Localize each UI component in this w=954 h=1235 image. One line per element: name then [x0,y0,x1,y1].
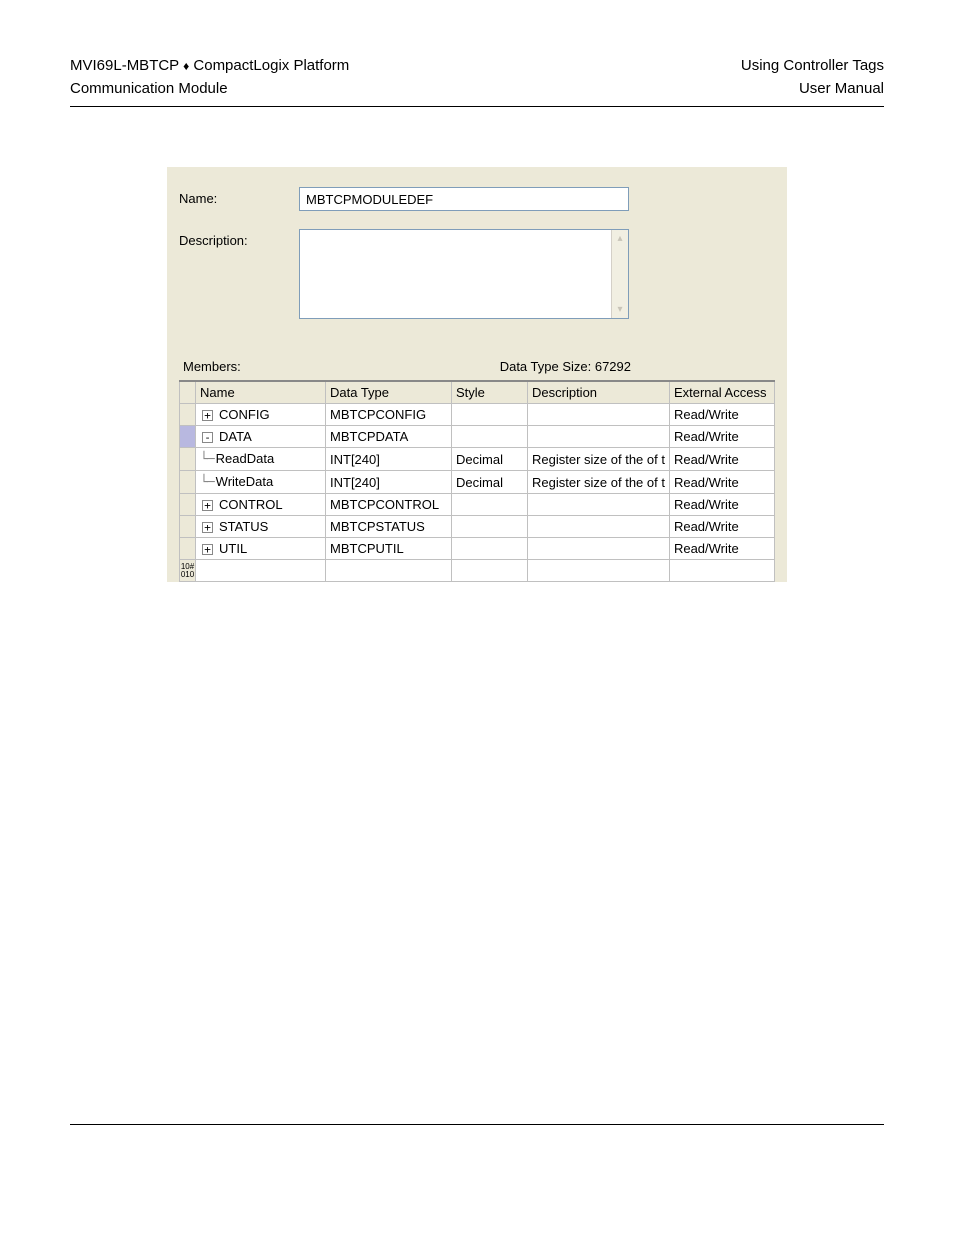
cell-style[interactable]: Decimal [452,471,528,494]
row-stub[interactable] [180,516,196,538]
cell-external-access[interactable]: Read/Write [669,404,774,426]
cell-name[interactable]: + CONTROL [196,494,326,516]
tree-branch-icon: └─ [200,452,214,467]
cell-data-type[interactable]: MBTCPCONFIG [326,404,452,426]
empty-cell[interactable] [669,560,774,582]
table-row[interactable]: └─ReadDataINT[240]DecimalRegister size o… [180,448,775,471]
member-name: WriteData [216,474,274,489]
member-name: CONFIG [219,407,270,422]
cell-description[interactable] [528,516,670,538]
members-label: Members: [183,359,241,374]
cell-description[interactable] [528,404,670,426]
cell-data-type[interactable]: MBTCPDATA [326,426,452,448]
table-row[interactable]: + CONFIG MBTCPCONFIG Read/Write [180,404,775,426]
dialog-panel: Name: Description: ▴ ▾ Members: Data Typ… [167,167,787,582]
member-name: DATA [219,429,252,444]
name-label: Name: [179,187,299,206]
cell-data-type[interactable]: MBTCPSTATUS [326,516,452,538]
col-header-description[interactable]: Description [528,381,670,404]
row-stub[interactable] [180,494,196,516]
cell-style[interactable] [452,404,528,426]
cell-external-access[interactable]: Read/Write [669,516,774,538]
member-name: STATUS [219,519,268,534]
cell-name[interactable]: -DATA [196,426,326,448]
expand-icon[interactable]: + [202,522,213,533]
cell-external-access[interactable]: Read/Write [669,538,774,560]
tree-branch-icon: └─ [200,475,214,490]
cell-name[interactable]: + STATUS [196,516,326,538]
diamond-icon: ♦ [183,59,189,73]
cell-name[interactable]: + UTIL [196,538,326,560]
cell-style[interactable]: Decimal [452,448,528,471]
member-name: CONTROL [219,497,283,512]
expand-icon[interactable]: + [202,410,213,421]
cell-description[interactable] [528,494,670,516]
collapse-icon[interactable]: - [202,432,213,443]
table-row-empty[interactable]: 10#010 [180,560,775,582]
description-input[interactable]: ▴ ▾ [299,229,629,319]
cell-description[interactable]: Register size of the of t [528,448,670,471]
cell-style[interactable] [452,538,528,560]
cell-name[interactable]: + CONFIG [196,404,326,426]
member-name: ReadData [216,451,275,466]
header-platform: CompactLogix Platform [193,57,349,74]
header-product: MVI69L-MBTCP [70,57,179,74]
page-header: MVI69L-MBTCP ♦ CompactLogix Platform Com… [70,55,884,107]
scroll-up-icon[interactable]: ▴ [612,230,629,247]
empty-cell[interactable] [196,560,326,582]
cell-style[interactable] [452,494,528,516]
table-row[interactable]: + CONTROL MBTCPCONTROL Read/Write [180,494,775,516]
row-stub[interactable] [180,404,196,426]
cell-description[interactable] [528,426,670,448]
member-name: UTIL [219,541,247,556]
table-row[interactable]: -DATAMBTCPDATARead/Write [180,426,775,448]
cell-external-access[interactable]: Read/Write [669,426,774,448]
cell-data-type[interactable]: MBTCPUTIL [326,538,452,560]
cell-name[interactable]: └─WriteData [196,471,326,494]
row-stub-new[interactable]: 10#010 [180,560,196,582]
row-stub[interactable] [180,538,196,560]
cell-data-type[interactable]: INT[240] [326,471,452,494]
table-row[interactable]: + UTIL MBTCPUTIL Read/Write [180,538,775,560]
header-doc-type: User Manual [741,78,884,101]
cell-external-access[interactable]: Read/Write [669,448,774,471]
name-input[interactable] [299,187,629,211]
cell-style[interactable] [452,516,528,538]
data-type-size-label: Data Type Size: 67292 [500,359,771,374]
cell-description[interactable] [528,538,670,560]
header-section: Using Controller Tags [741,55,884,78]
table-row[interactable]: └─WriteDataINT[240]DecimalRegister size … [180,471,775,494]
table-row[interactable]: + STATUS MBTCPSTATUS Read/Write [180,516,775,538]
col-header-data-type[interactable]: Data Type [326,381,452,404]
description-label: Description: [179,229,299,248]
col-header-name[interactable]: Name [196,381,326,404]
col-header-external-access[interactable]: External Access [669,381,774,404]
cell-description[interactable]: Register size of the of t [528,471,670,494]
expand-icon[interactable]: + [202,500,213,511]
grid-header-row: Name Data Type Style Description Externa… [180,381,775,404]
row-stub[interactable] [180,471,196,494]
cell-data-type[interactable]: MBTCPCONTROL [326,494,452,516]
cell-name[interactable]: └─ReadData [196,448,326,471]
empty-cell[interactable] [452,560,528,582]
footer-rule [70,1124,884,1125]
expand-icon[interactable]: + [202,544,213,555]
col-header-style[interactable]: Style [452,381,528,404]
empty-cell[interactable] [326,560,452,582]
row-stub[interactable] [180,426,196,448]
header-module: Communication Module [70,78,349,101]
members-grid: Name Data Type Style Description Externa… [179,380,775,582]
empty-cell[interactable] [528,560,670,582]
cell-style[interactable] [452,426,528,448]
scroll-down-icon[interactable]: ▾ [612,301,629,318]
scrollbar[interactable]: ▴ ▾ [611,230,628,318]
cell-external-access[interactable]: Read/Write [669,471,774,494]
grid-header-stub [180,381,196,404]
row-stub[interactable] [180,448,196,471]
cell-data-type[interactable]: INT[240] [326,448,452,471]
cell-external-access[interactable]: Read/Write [669,494,774,516]
